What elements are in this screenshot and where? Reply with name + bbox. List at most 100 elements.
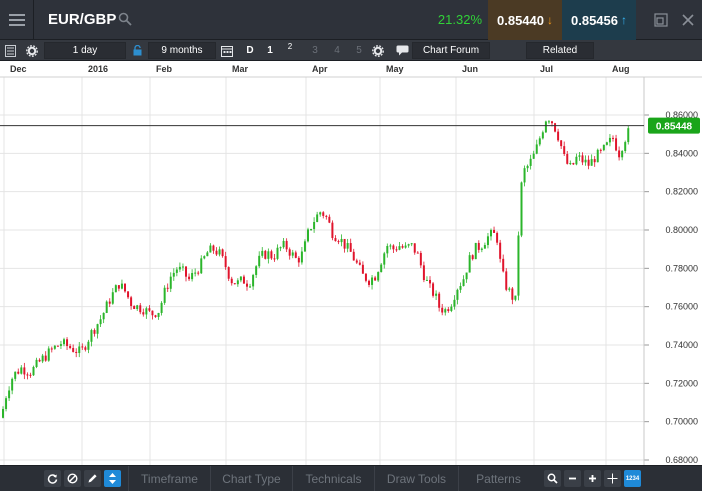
calendar-icon[interactable] [219,40,235,61]
candle-body [368,280,370,285]
period-4-button[interactable]: 4 [328,40,346,61]
y-tick-label: 0.68000 [665,455,698,465]
candle-body [346,243,349,249]
lock-icon[interactable] [130,40,144,61]
candle-body [596,149,599,163]
candle-body [401,246,404,248]
candle-body [282,240,285,248]
candle-body [383,253,386,265]
header-bar: EUR/GBP 21.32% 0.85440 ↓ 0.85456 ↑ [0,0,702,40]
period-5-button[interactable]: 5 [350,40,368,61]
buy-price-button[interactable]: 0.85456 ↑ [562,0,636,40]
tab-technicals[interactable]: Technicals [292,466,374,491]
candle-body [200,258,203,274]
tab-patterns[interactable]: Patterns [458,466,538,491]
x-tick-label: Apr [312,64,328,74]
candle-body [560,140,563,147]
candle-body [252,274,255,287]
candle-body [14,371,17,379]
y-tick-label: 0.70000 [665,417,698,427]
candle-body [194,272,197,274]
candle-body [17,371,20,374]
candle-body [264,250,267,259]
chart-forum-button[interactable]: Chart Forum [412,42,490,59]
candle-body [441,307,444,313]
sell-price-button[interactable]: 0.85440 ↓ [488,0,562,40]
candle-body [59,344,62,346]
crosshair-icon[interactable] [604,470,621,487]
candle-body [551,121,553,124]
candle-body [38,359,41,362]
period-d-button[interactable]: D [240,40,260,61]
related-button[interactable]: Related [526,42,594,59]
toolbar-gear-icon[interactable] [370,40,386,61]
candle-body [2,408,4,418]
candle-body [117,285,120,289]
candle-body [297,257,300,263]
interval-select[interactable]: 1 day [44,42,126,59]
period-1-button[interactable]: 1 [262,40,278,61]
range-select[interactable]: 9 months [148,42,216,59]
tab-chart-type[interactable]: Chart Type [210,466,292,491]
tab-draw-tools[interactable]: Draw Tools [374,466,458,491]
candle-body [547,121,550,123]
candle-body [374,277,377,281]
candle-body [145,308,148,315]
search-icon[interactable] [118,12,132,26]
candle-body [517,235,520,296]
chat-bubble-icon[interactable] [394,40,410,61]
candle-body [239,276,242,281]
candle-body [343,238,346,249]
chart-panel[interactable]: Dec 2016 Feb Mar Apr May Jun Jul Aug 0.86000 0.840… [0,61,702,465]
candle-body [294,252,297,258]
sheet-icon[interactable] [2,40,18,61]
arrow-up-icon: ↑ [621,13,627,27]
popout-icon[interactable] [654,13,668,27]
candle-body [325,215,328,217]
candle-body [87,341,90,350]
zoom-search-icon[interactable] [544,470,561,487]
no-entry-icon[interactable] [64,470,81,487]
candle-body [605,142,608,145]
y-tick-label: 0.78000 [665,263,698,273]
period-3-button[interactable]: 3 [306,40,324,61]
zoom-out-icon[interactable] [564,470,581,487]
candle-body [279,247,282,249]
candle-body [529,158,532,166]
candle-body [435,293,438,296]
zoom-in-icon[interactable] [584,470,601,487]
candle-body [127,291,130,298]
settings-gear-icon[interactable] [24,40,40,61]
candle-body [105,301,108,313]
candle-body [291,252,294,256]
candlestick-chart[interactable]: Dec 2016 Feb Mar Apr May Jun Jul Aug0.860000.840… [0,61,702,465]
scale-badge-icon[interactable]: 1234 [624,470,641,487]
candle-body [151,310,154,316]
pencil-icon[interactable] [84,470,101,487]
app-window: EUR/GBP 21.32% 0.85440 ↓ 0.85456 ↑ 1 day… [0,0,702,491]
arrow-down-icon: ↓ [547,13,553,27]
refresh-icon[interactable] [44,470,61,487]
candle-body [108,301,111,304]
candle-body [255,266,258,275]
candle-body [313,221,316,230]
close-icon[interactable] [681,13,695,27]
x-tick-label: Jul [540,64,553,74]
candle-body [532,153,535,159]
candle-body [450,306,453,311]
candle-body [584,159,587,163]
scroll-toggle-icon[interactable] [104,470,121,487]
candle-body [63,339,65,345]
candle-body [544,121,547,133]
candle-body [114,285,117,293]
candle-body [230,278,233,284]
candle-body [608,137,611,143]
candle-body [322,212,325,216]
candle-body [331,222,334,239]
menu-button[interactable] [0,0,34,40]
tab-timeframe[interactable]: Timeframe [128,466,210,491]
candle-body [267,251,270,259]
period-2-button[interactable]: 2 [280,40,300,61]
candle-body [102,312,105,320]
candle-body [361,264,364,274]
